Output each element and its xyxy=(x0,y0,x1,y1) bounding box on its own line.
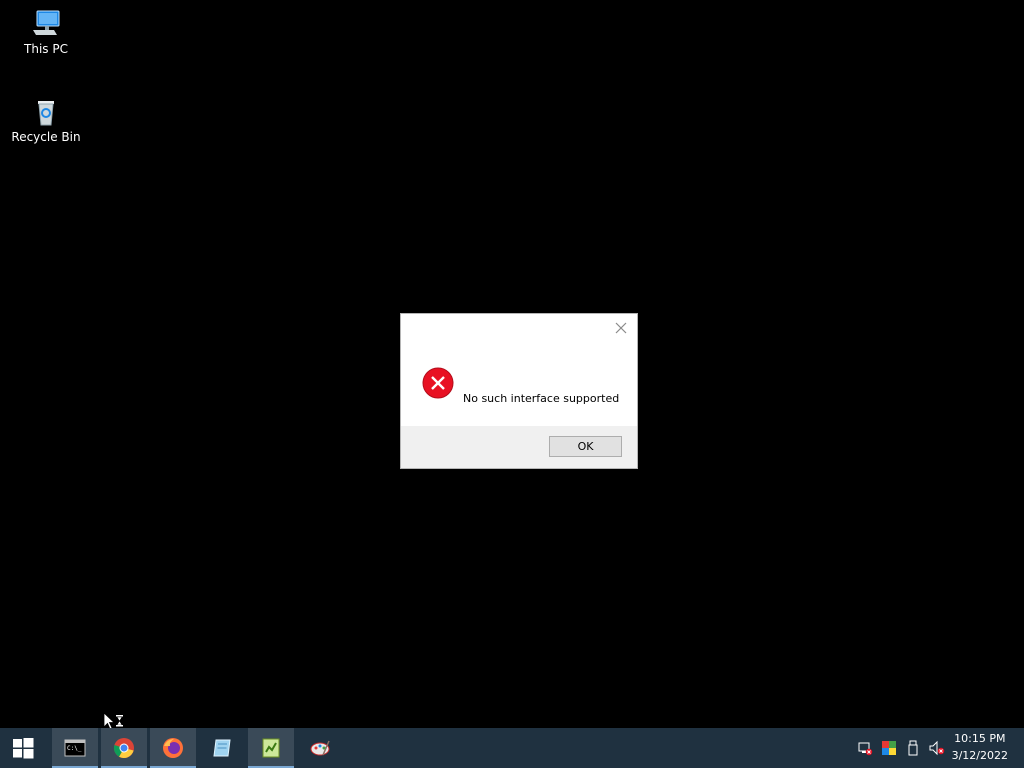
network-icon[interactable] xyxy=(857,740,873,756)
clock-date: 3/12/2022 xyxy=(951,749,1008,762)
usb-icon[interactable] xyxy=(905,740,921,756)
desktop-icon-recycle-bin[interactable]: Recycle Bin xyxy=(8,96,84,144)
volume-muted-icon[interactable] xyxy=(929,740,945,756)
ok-button[interactable]: OK xyxy=(549,436,622,457)
windows-start-icon xyxy=(13,738,34,759)
desktop-icon-label: This PC xyxy=(24,42,68,56)
taskbar-firefox[interactable] xyxy=(150,728,196,768)
notepad-plus-icon xyxy=(262,738,280,758)
color-app-icon[interactable] xyxy=(881,740,897,756)
clock-time: 10:15 PM xyxy=(954,732,1006,745)
recycle-bin-icon xyxy=(30,96,62,128)
taskbar-notepad-plus[interactable] xyxy=(248,728,294,768)
system-clock[interactable]: 10:15 PM 3/12/2022 xyxy=(952,730,1008,764)
command-prompt-icon: C:\_ xyxy=(64,739,86,757)
desktop: This PC Recycle Bin No such interface su… xyxy=(0,0,1024,730)
dialog-message: No such interface supported xyxy=(463,392,620,405)
taskbar-paint-app[interactable] xyxy=(297,728,343,768)
paint-app-icon xyxy=(310,740,330,756)
chrome-icon xyxy=(113,738,134,758)
taskbar-notepad-app[interactable] xyxy=(199,728,245,768)
notepad-app-icon xyxy=(213,739,231,757)
taskbar: C:\_ 10:15 PM 3/12/2022 xyxy=(0,728,1024,768)
taskbar-chrome[interactable] xyxy=(101,728,147,768)
desktop-icon-this-pc[interactable]: This PC xyxy=(8,8,84,56)
error-dialog: No such interface supported OK xyxy=(400,313,638,469)
firefox-icon xyxy=(163,738,183,758)
dialog-footer: OK xyxy=(401,426,637,468)
taskbar-command-prompt[interactable]: C:\_ xyxy=(52,728,98,768)
error-icon xyxy=(422,367,454,399)
computer-icon xyxy=(30,8,62,40)
close-icon[interactable] xyxy=(613,320,629,336)
svg-text:C:\_: C:\_ xyxy=(67,745,82,752)
desktop-icon-label: Recycle Bin xyxy=(11,130,81,144)
start-button[interactable] xyxy=(0,728,46,768)
